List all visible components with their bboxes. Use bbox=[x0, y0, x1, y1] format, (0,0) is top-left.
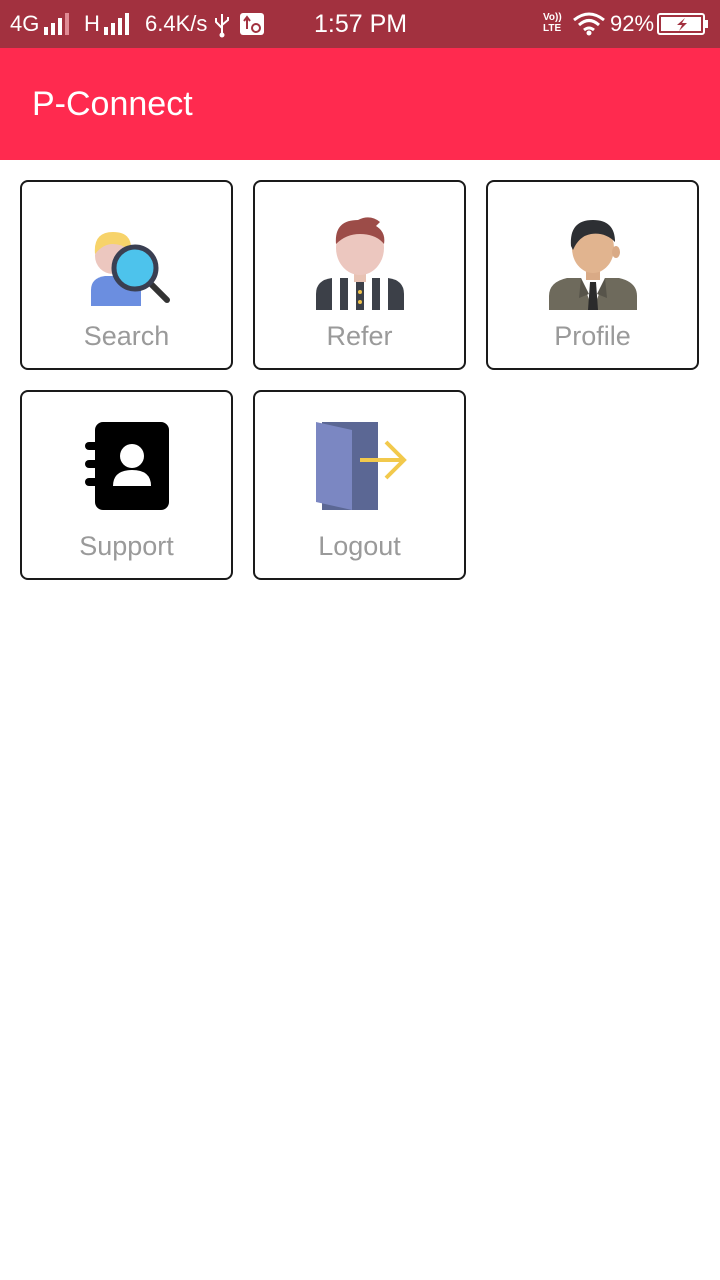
wifi-icon bbox=[573, 12, 605, 36]
logout-label: Logout bbox=[318, 531, 401, 561]
businessman-icon bbox=[549, 220, 637, 310]
app-bar: P-Connect bbox=[0, 48, 720, 160]
refer-label: Refer bbox=[326, 321, 393, 351]
app-title: P-Connect bbox=[32, 85, 193, 123]
network-4g-label: 4G bbox=[10, 11, 40, 36]
network-speed: 6.4K/s bbox=[145, 11, 208, 36]
search-tile[interactable]: Search bbox=[20, 180, 233, 370]
refer-tile[interactable]: Refer bbox=[253, 180, 466, 370]
usb-settings-icon bbox=[240, 13, 264, 35]
clock: 1:57 PM bbox=[314, 10, 408, 38]
usb-icon bbox=[215, 14, 229, 38]
profile-label: Profile bbox=[554, 321, 631, 351]
referee-icon bbox=[316, 217, 404, 310]
signal-icon bbox=[44, 13, 69, 35]
logout-tile[interactable]: Logout bbox=[253, 390, 466, 580]
contact-book-icon bbox=[85, 422, 169, 510]
profile-tile[interactable]: Profile bbox=[486, 180, 699, 370]
search-user-icon bbox=[91, 232, 170, 306]
support-label: Support bbox=[79, 531, 174, 561]
signal-icon bbox=[104, 13, 129, 35]
status-bar: 4G H 6.4K/s 1:57 PM Vo)) LTE 92% bbox=[0, 0, 720, 48]
volte-label: Vo)) LTE bbox=[543, 12, 562, 34]
network-h-label: H bbox=[84, 11, 100, 36]
battery-percent: 92% bbox=[610, 11, 655, 36]
battery-icon bbox=[657, 13, 708, 35]
search-label: Search bbox=[83, 321, 170, 351]
logout-door-icon bbox=[316, 422, 407, 510]
support-tile[interactable]: Support bbox=[20, 390, 233, 580]
